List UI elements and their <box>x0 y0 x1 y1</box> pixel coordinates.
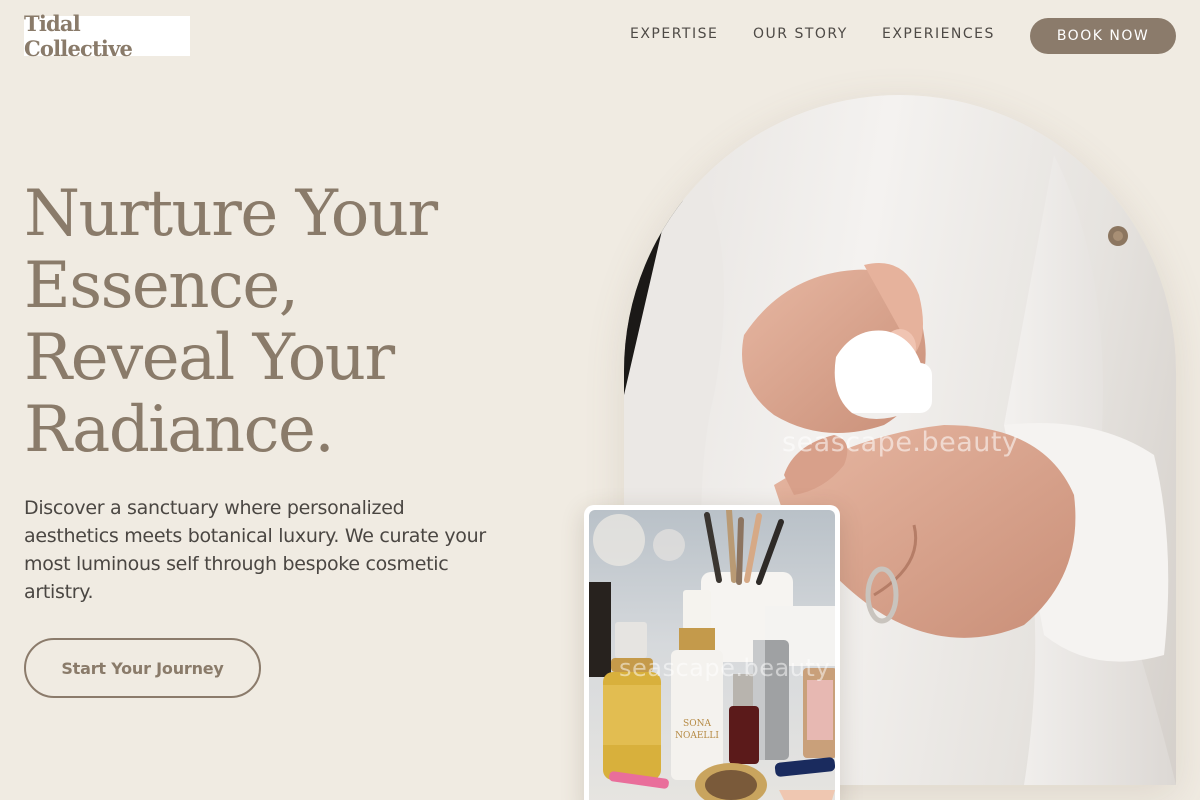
hero-title-line: Nurture Your <box>24 177 438 251</box>
product-photo-card: SONA NOAELLI seascape.beauty <box>584 505 840 800</box>
hero-title: Nurture Your Essence, Reveal Your Radian… <box>24 178 544 466</box>
cosmetics-illustration: SONA NOAELLI <box>589 510 835 800</box>
cosmetics-product-image: SONA NOAELLI seascape.beauty <box>589 510 835 800</box>
nav-link-experiences[interactable]: EXPERIENCES <box>882 26 995 42</box>
book-now-button[interactable]: BOOK NOW <box>1030 18 1176 54</box>
nav-link-expertise[interactable]: EXPERTISE <box>630 26 718 42</box>
serum-bottle-label-1: SONA <box>683 719 711 729</box>
hero-description: Discover a sanctuary where personalized … <box>24 497 486 603</box>
hero-title-line: Essence, <box>24 249 299 323</box>
serum-bottle-label-2: NOAELLI <box>675 731 719 741</box>
start-journey-button[interactable]: Start Your Journey <box>24 638 261 698</box>
hero-title-line: Radiance. <box>24 393 335 467</box>
hero-title-line: Reveal Your <box>24 321 395 395</box>
brand-logo[interactable]: Tidal Collective <box>24 11 190 61</box>
nav-link-our-story[interactable]: OUR STORY <box>753 26 848 42</box>
brand-name: Tidal Collective <box>24 11 133 61</box>
